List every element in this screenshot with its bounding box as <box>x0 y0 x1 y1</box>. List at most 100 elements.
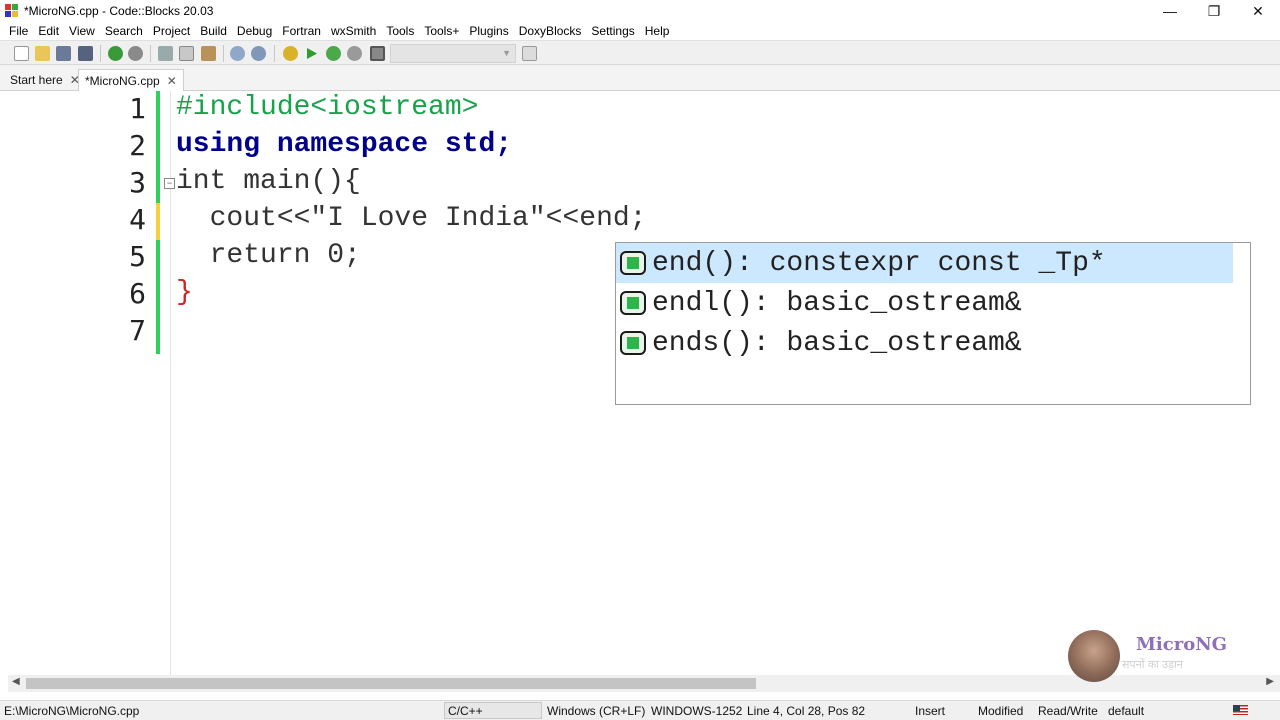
window-title: *MicroNG.cpp - Code::Blocks 20.03 <box>24 4 214 18</box>
status-language: C/C++ <box>448 704 483 718</box>
status-profile: default <box>1108 704 1145 718</box>
undo-icon[interactable] <box>108 46 123 61</box>
menu-project[interactable]: Project <box>148 24 195 38</box>
build-target-select[interactable]: ▼ <box>390 44 516 63</box>
code-line-4: cout<<"I Love India"<<end; <box>176 203 647 234</box>
menu-bar: File Edit View Search Project Build Debu… <box>0 22 1280 40</box>
copy-icon[interactable] <box>179 46 194 61</box>
menu-tools-plus[interactable]: Tools+ <box>419 24 464 38</box>
watermark-logo: MicroNG <box>1136 634 1228 655</box>
menu-wxsmith[interactable]: wxSmith <box>326 24 381 38</box>
autocomplete-text: endl(): basic_ostream& <box>652 287 1022 319</box>
build-run-icon[interactable] <box>326 46 341 61</box>
menu-search[interactable]: Search <box>100 24 148 38</box>
main-signature: int main(){ <box>176 166 361 197</box>
minimize-button[interactable]: — <box>1148 0 1192 22</box>
restore-button[interactable]: ❐ <box>1192 0 1236 22</box>
line-number: 7 <box>129 314 146 347</box>
scroll-left-icon[interactable]: ◀ <box>12 676 20 687</box>
tab-label: *MicroNG.cpp <box>85 73 160 88</box>
menu-file[interactable]: File <box>4 24 33 38</box>
code-line-5: return 0; <box>176 240 361 271</box>
code-line-3: int main(){ <box>176 166 361 197</box>
line-number-gutter: 1 2 3 4 5 6 7 <box>8 91 156 675</box>
menu-tools[interactable]: Tools <box>381 24 419 38</box>
close-button[interactable]: ✕ <box>1236 0 1280 22</box>
status-access: Read/Write <box>1038 704 1098 718</box>
new-file-icon[interactable] <box>14 46 29 61</box>
tab-micrnog-cpp[interactable]: *MicroNG.cpp ✕ <box>78 69 184 91</box>
menu-settings[interactable]: Settings <box>586 24 639 38</box>
notes-icon[interactable] <box>522 46 537 61</box>
tab-label: Start here <box>10 73 63 87</box>
code-line-1: #include<iostream> <box>176 92 478 123</box>
find-icon[interactable] <box>230 46 245 61</box>
unsaved-change-bar <box>156 203 160 240</box>
function-icon <box>620 251 646 275</box>
save-all-icon[interactable] <box>78 46 93 61</box>
open-icon[interactable] <box>35 46 50 61</box>
function-icon <box>620 331 646 355</box>
line-number: 1 <box>129 92 146 125</box>
line-number: 6 <box>129 277 146 310</box>
close-icon[interactable]: ✕ <box>167 74 177 88</box>
menu-view[interactable]: View <box>64 24 100 38</box>
status-cursor-position: Line 4, Col 28, Pos 82 <box>747 704 866 718</box>
autocomplete-item[interactable]: endl(): basic_ostream& <box>616 283 1233 323</box>
build-icon[interactable] <box>283 46 298 61</box>
paste-icon[interactable] <box>201 46 216 61</box>
scroll-right-icon[interactable]: ▶ <box>1266 676 1274 687</box>
status-modified: Modified <box>978 704 1024 718</box>
cout-statement: cout<<"I Love India"<<end; <box>176 203 647 234</box>
editor-tab-bar: Start here ✕ *MicroNG.cpp ✕ <box>0 65 1280 91</box>
line-number: 5 <box>129 240 146 273</box>
menu-fortran[interactable]: Fortran <box>277 24 326 38</box>
using-statement: using namespace std; <box>176 129 513 160</box>
menu-doxyblocks[interactable]: DoxyBlocks <box>514 24 587 38</box>
rebuild-icon[interactable] <box>347 46 362 61</box>
function-icon <box>620 291 646 315</box>
line-number: 3 <box>129 166 146 199</box>
codeblocks-app-icon <box>5 4 19 18</box>
line-number: 2 <box>129 129 146 162</box>
menu-help[interactable]: Help <box>640 24 675 38</box>
redo-icon[interactable] <box>128 46 143 61</box>
autocomplete-item[interactable]: ends(): basic_ostream& <box>616 323 1233 363</box>
status-bar: E:\MicroNG\MicroNG.cpp C/C++ Windows (CR… <box>0 700 1280 720</box>
tab-start-here[interactable]: Start here ✕ <box>4 69 86 91</box>
replace-icon[interactable] <box>251 46 266 61</box>
scrollbar-thumb[interactable] <box>26 678 756 689</box>
autocomplete-popup: end(): constexpr const _Tp* endl(): basi… <box>615 242 1251 405</box>
chevron-down-icon: ▼ <box>502 48 511 58</box>
watermark-tagline: सपनों का उड़ान <box>1122 659 1183 671</box>
menu-plugins[interactable]: Plugins <box>464 24 513 38</box>
menu-debug[interactable]: Debug <box>232 24 277 38</box>
close-icon: ✕ <box>1252 2 1264 19</box>
saved-change-bar <box>156 240 160 354</box>
autocomplete-text: end(): constexpr const _Tp* <box>652 247 1106 279</box>
preprocessor-directive: #include<iostream> <box>176 92 479 123</box>
autocomplete-text: ends(): basic_ostream& <box>652 327 1022 359</box>
toolbar: ▼ <box>0 40 1280 65</box>
status-encoding: WINDOWS-1252 <box>651 704 743 718</box>
status-file-path: E:\MicroNG\MicroNG.cpp <box>4 704 140 718</box>
status-insert-mode: Insert <box>915 704 946 718</box>
autocomplete-item[interactable]: end(): constexpr const _Tp* <box>616 243 1233 283</box>
abort-icon[interactable] <box>370 46 385 61</box>
title-bar: *MicroNG.cpp - Code::Blocks 20.03 — ❐ ✕ <box>0 0 1280 22</box>
line-number: 4 <box>129 203 146 236</box>
cut-icon[interactable] <box>158 46 173 61</box>
save-icon[interactable] <box>56 46 71 61</box>
run-icon[interactable] <box>304 46 319 61</box>
us-flag-icon <box>1233 705 1248 715</box>
closing-brace: } <box>176 277 193 308</box>
saved-change-bar <box>156 91 160 203</box>
menu-edit[interactable]: Edit <box>33 24 64 38</box>
code-line-6: } <box>176 277 193 308</box>
menu-build[interactable]: Build <box>195 24 232 38</box>
fold-collapse-icon[interactable]: − <box>164 178 175 189</box>
restore-icon: ❐ <box>1207 2 1221 19</box>
status-line-endings: Windows (CR+LF) <box>547 704 646 718</box>
watermark-avatar <box>1068 630 1120 682</box>
minimize-icon: — <box>1163 3 1177 19</box>
